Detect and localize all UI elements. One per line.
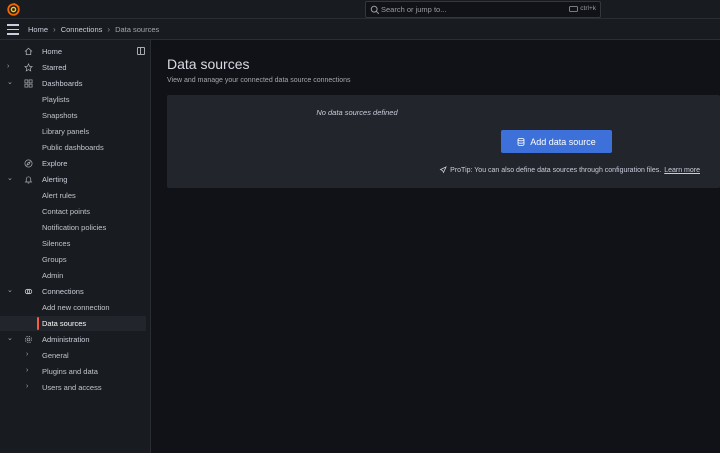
- breadcrumb-bar: Home › Connections › Data sources: [0, 19, 720, 40]
- sidebar-item-notification-policies[interactable]: Notification policies: [0, 220, 146, 235]
- link-icon: [24, 288, 33, 295]
- chevron-right-icon[interactable]: ›: [26, 383, 32, 391]
- search-input[interactable]: Search or jump to... ctrl+k: [365, 1, 601, 18]
- sidebar-item-label: Data sources: [42, 319, 87, 328]
- sidebar-item-label: Admin: [42, 271, 64, 280]
- search-shortcut: ctrl+k: [569, 5, 596, 12]
- sidebar-item-label: Alert rules: [42, 191, 76, 200]
- search-placeholder: Search or jump to...: [381, 5, 447, 14]
- sidebar-item-label: Explore: [42, 159, 68, 168]
- star-icon: [24, 63, 33, 72]
- sidebar-item-admin[interactable]: Admin: [0, 268, 146, 283]
- sidebar-item-add-new-connection[interactable]: Add new connection: [0, 300, 146, 315]
- sidebar-item-explore[interactable]: Explore: [0, 156, 146, 171]
- sidebar-item-label: Public dashboards: [42, 143, 104, 152]
- protip: ProTip: You can also define data sources…: [439, 166, 700, 174]
- sidebar-item-label: Silences: [42, 239, 71, 248]
- add-data-source-button[interactable]: Add data source: [501, 130, 612, 153]
- breadcrumb-home[interactable]: Home: [28, 25, 48, 34]
- sidebar-item-data-sources[interactable]: Data sources: [0, 316, 146, 331]
- hamburger-icon: [7, 24, 19, 26]
- sidebar-item-label: Users and access: [42, 383, 102, 392]
- chevron-right-icon: ›: [53, 25, 56, 34]
- sidebar-item-label: Alerting: [42, 175, 68, 184]
- sidebar-item-plugins-and-data[interactable]: › Plugins and data: [0, 364, 146, 379]
- sidebar-item-general[interactable]: › General: [0, 348, 146, 363]
- sidebar-item-home[interactable]: Home: [0, 44, 146, 59]
- learn-more-link[interactable]: Learn more: [664, 167, 700, 174]
- cog-icon: [24, 335, 33, 344]
- page-subtitle: View and manage your connected data sour…: [167, 77, 351, 84]
- breadcrumb-connections[interactable]: Connections: [61, 25, 103, 34]
- sidebar-item-label: Administration: [42, 335, 90, 344]
- sidebar-item-label: Notification policies: [42, 223, 107, 232]
- sidebar-item-playlists[interactable]: Playlists: [0, 92, 146, 107]
- sidebar-item-label: Playlists: [42, 95, 70, 104]
- sidebar-item-label: Home: [42, 47, 63, 56]
- sidebar-item-label: Plugins and data: [42, 367, 98, 376]
- chevron-down-icon[interactable]: ⌄: [7, 79, 13, 87]
- sidebar-item-snapshots[interactable]: Snapshots: [0, 108, 146, 123]
- sidebar-item-label: Dashboards: [42, 79, 83, 88]
- sidebar-item-label: Library panels: [42, 127, 90, 136]
- breadcrumb-current: Data sources: [115, 25, 160, 34]
- sidebar-item-groups[interactable]: Groups: [0, 252, 146, 267]
- search-shortcut-label: ctrl+k: [580, 5, 596, 12]
- chevron-right-icon[interactable]: ›: [26, 351, 32, 359]
- sidebar-item-label: Starred: [42, 63, 67, 72]
- sidebar-item-label: General: [42, 351, 69, 360]
- top-bar: Search or jump to... ctrl+k: [0, 0, 720, 19]
- sidebar-item-label: Connections: [42, 287, 84, 296]
- empty-state-text: No data sources defined: [316, 108, 398, 117]
- sidebar-item-label: Snapshots: [42, 111, 78, 120]
- chevron-right-icon: ›: [107, 25, 111, 34]
- sidebar-item-label: Add new connection: [42, 303, 110, 312]
- sidebar-item-users-and-access[interactable]: › Users and access: [0, 380, 146, 395]
- sidebar-item-alerting[interactable]: ⌄ Alerting: [0, 172, 146, 187]
- home-icon: [24, 47, 33, 56]
- menu-toggle-button[interactable]: [7, 24, 19, 35]
- sidebar-item-dashboards[interactable]: ⌄ Dashboards: [0, 76, 146, 91]
- chevron-down-icon[interactable]: ⌄: [7, 175, 13, 183]
- chevron-right-icon[interactable]: ›: [26, 367, 32, 375]
- bell-icon: [24, 176, 33, 184]
- sidebar: Home › Starred ⌄ Dashboards Playlists Sn…: [0, 40, 151, 453]
- empty-state-panel: No data sources defined Add data source …: [167, 95, 720, 188]
- sidebar-item-alert-rules[interactable]: Alert rules: [0, 188, 146, 203]
- chevron-right-icon[interactable]: ›: [7, 63, 13, 71]
- compass-icon: [24, 159, 33, 168]
- sidebar-item-library-panels[interactable]: Library panels: [0, 124, 146, 139]
- rocket-icon: [439, 166, 447, 174]
- page-title: Data sources: [167, 56, 250, 72]
- sidebar-item-label: Contact points: [42, 207, 90, 216]
- sidebar-item-silences[interactable]: Silences: [0, 236, 146, 251]
- sidebar-item-public-dashboards[interactable]: Public dashboards: [0, 140, 146, 155]
- sidebar-item-contact-points[interactable]: Contact points: [0, 204, 146, 219]
- keyboard-icon: [569, 5, 579, 12]
- sidebar-item-label: Groups: [42, 255, 67, 264]
- chevron-down-icon[interactable]: ⌄: [7, 335, 13, 343]
- sidebar-item-connections[interactable]: ⌄ Connections: [0, 284, 146, 299]
- apps-icon: [24, 79, 33, 88]
- main-content: Data sources View and manage your connec…: [151, 40, 720, 453]
- sidebar-item-administration[interactable]: ⌄ Administration: [0, 332, 146, 347]
- add-data-source-label: Add data source: [530, 136, 596, 147]
- database-icon: [517, 137, 525, 146]
- protip-text: ProTip: You can also define data sources…: [450, 166, 662, 174]
- sidebar-item-starred[interactable]: › Starred: [0, 60, 146, 75]
- grafana-logo-icon[interactable]: [7, 3, 20, 16]
- breadcrumb: Home › Connections › Data sources: [28, 25, 159, 34]
- search-icon: [370, 5, 380, 15]
- chevron-down-icon[interactable]: ⌄: [7, 287, 13, 295]
